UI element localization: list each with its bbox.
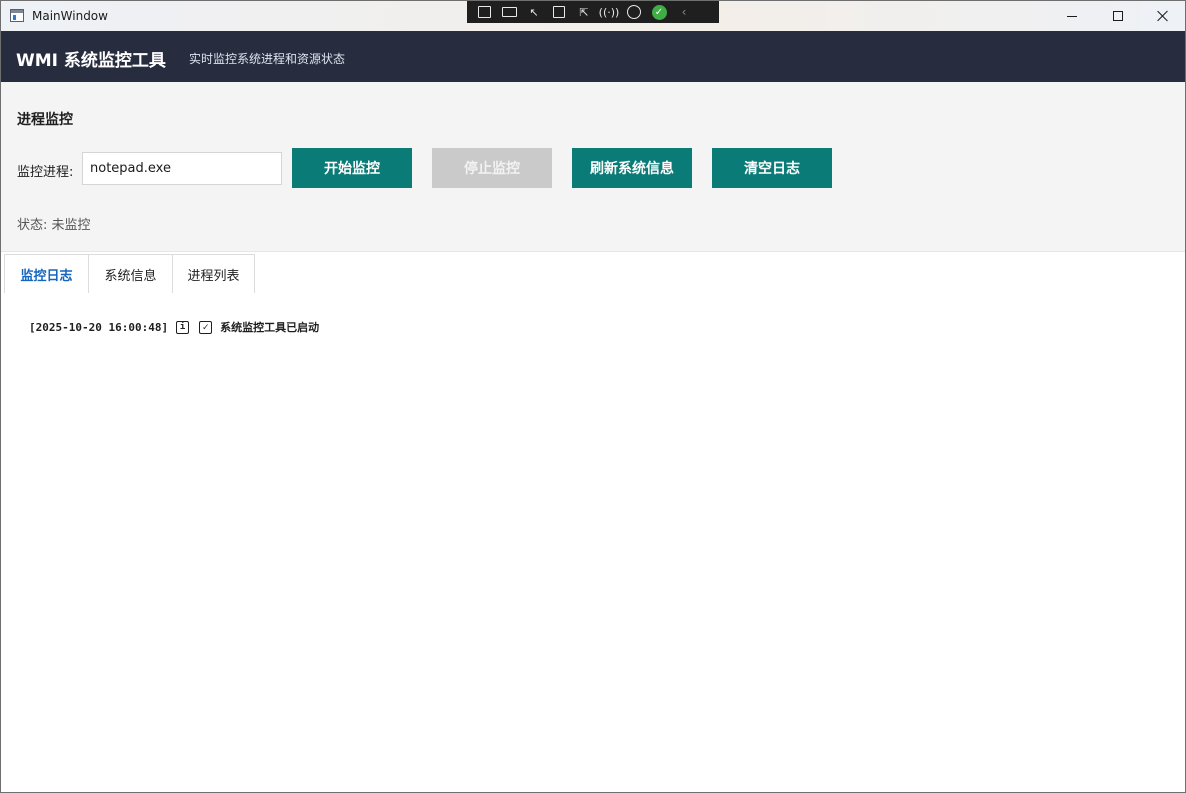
app-subtitle: 实时监控系统进程和资源状态 — [189, 52, 346, 66]
title-bar[interactable]: MainWindow ↖ ⇱ ((·)) ✓ ‹ — [1, 1, 1185, 31]
tab-process-list[interactable]: 进程列表 — [172, 254, 255, 293]
debug-toolbar: ↖ ⇱ ((·)) ✓ ‹ — [467, 1, 719, 23]
close-icon — [1157, 10, 1169, 22]
hot-reload-ok-icon[interactable]: ✓ — [650, 4, 668, 20]
minimize-icon — [1067, 15, 1077, 17]
tab-bar: 监控日志 系统信息 进程列表 — [4, 254, 255, 293]
main-window: MainWindow ↖ ⇱ ((·)) ✓ ‹ WMI 系统监控工具 实时监控… — [0, 0, 1186, 793]
info-icon: i — [176, 320, 190, 334]
record-icon[interactable] — [500, 5, 518, 19]
close-button[interactable] — [1140, 1, 1185, 31]
binding-failures-icon[interactable]: ((·)) — [599, 5, 620, 19]
maximize-button[interactable] — [1095, 1, 1141, 31]
window-title: MainWindow — [32, 9, 108, 23]
status-label: 状态: 未监控 — [17, 218, 91, 233]
tab-system-info[interactable]: 系统信息 — [88, 254, 173, 293]
clear-log-button[interactable]: 清空日志 — [712, 148, 832, 188]
select-element-icon[interactable]: ↖ — [525, 5, 543, 19]
tab-monitor-log[interactable]: 监控日志 — [4, 254, 89, 293]
section-title: 进程监控 — [17, 112, 73, 128]
app-header: WMI 系统监控工具 实时监控系统进程和资源状态 — [1, 31, 1185, 82]
log-message: 系统监控工具已启动 — [220, 321, 320, 334]
minimize-button[interactable] — [1049, 1, 1095, 31]
process-name-input[interactable] — [82, 152, 282, 185]
maximize-icon — [1113, 11, 1123, 21]
refresh-system-info-button[interactable]: 刷新系统信息 — [572, 148, 692, 188]
log-view[interactable]: [2025-10-20 16:00:48] i ✓ 系统监控工具已启动 — [1, 293, 1185, 792]
live-tree-icon[interactable] — [475, 5, 493, 19]
log-timestamp: [2025-10-20 16:00:48] — [29, 320, 169, 334]
stop-monitor-button: 停止监控 — [432, 148, 552, 188]
process-field-label: 监控进程: — [17, 165, 74, 180]
display-layout-icon[interactable] — [550, 5, 568, 19]
app-title: WMI 系统监控工具 — [16, 51, 166, 71]
log-entry: [2025-10-20 16:00:48] i ✓ 系统监控工具已启动 — [29, 319, 319, 335]
app-window-icon — [10, 9, 24, 22]
accessibility-icon[interactable] — [625, 5, 643, 19]
control-panel: 进程监控 监控进程: 开始监控 停止监控 刷新系统信息 清空日志 状态: 未监控 — [1, 82, 1185, 252]
collapse-chevron-icon[interactable]: ‹ — [675, 5, 693, 19]
track-focus-icon[interactable]: ⇱ — [575, 5, 593, 19]
start-monitor-button[interactable]: 开始监控 — [292, 148, 412, 188]
checkbox-checked-icon: ✓ — [199, 320, 213, 334]
